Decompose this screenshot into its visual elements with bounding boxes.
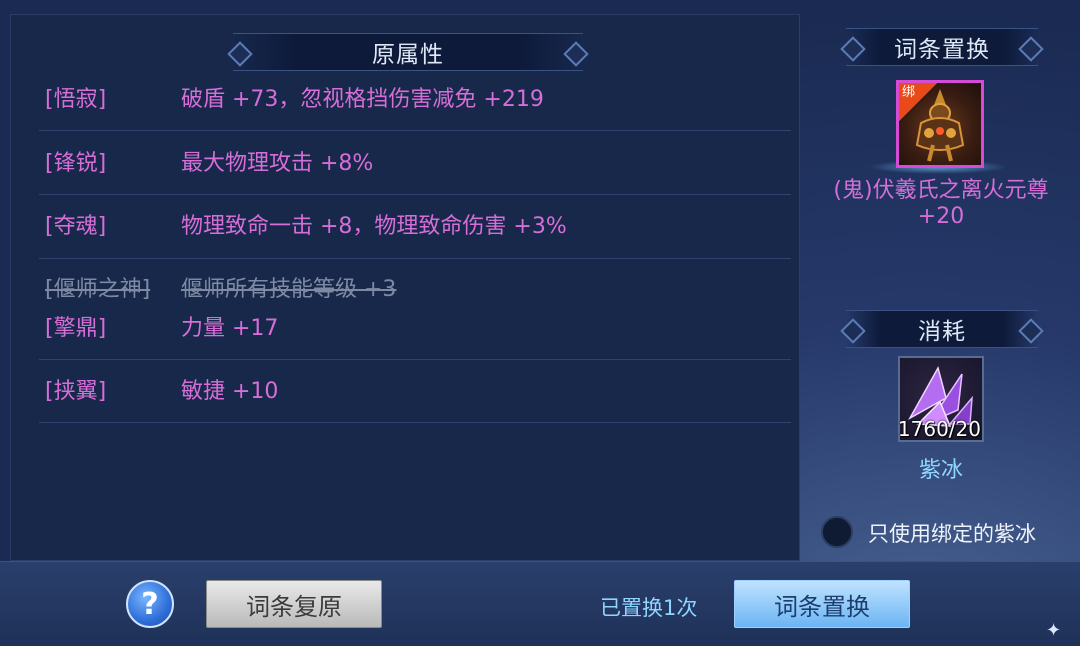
cost-header: 消耗 (840, 310, 1044, 348)
header-ornament-icon (227, 41, 253, 67)
help-button[interactable]: ? (126, 580, 174, 628)
original-attributes-title: 原属性 (372, 42, 444, 68)
attribute-row: [悟寂] 破盾 +73，忽视格挡伤害减免 +219 (45, 65, 781, 129)
header-ornament-icon (563, 41, 589, 67)
replaced-count-label: 已置换1次 (600, 596, 698, 620)
restore-attributes-button[interactable]: 词条复原 (206, 580, 382, 628)
attribute-desc: 敏捷 +10 (181, 379, 279, 404)
attribute-tag: [夺魂] (45, 214, 107, 239)
cost-item-name: 紫冰 (918, 458, 963, 483)
attribute-desc: 破盾 +73，忽视格挡伤害减免 +219 (181, 87, 544, 112)
cost-item-count: 1760/20 (897, 417, 981, 441)
attribute-tag: [擎鼎] (45, 316, 107, 341)
bound-only-label: 只使用绑定的紫冰 (868, 522, 1036, 546)
attribute-row: [擎鼎] 力量 +17 (45, 294, 781, 358)
attribute-desc: 力量 +17 (181, 316, 279, 341)
original-attributes-panel: 原属性 [悟寂] 破盾 +73，忽视格挡伤害减免 +219 [锋锐] 最大物理攻… (10, 14, 800, 561)
attribute-desc: 物理致命一击 +8，物理致命伤害 +3% (181, 214, 567, 239)
attribute-tag: [悟寂] (45, 87, 107, 112)
attribute-tag: [锋锐] (45, 151, 107, 176)
attribute-tag: [挟翼] (45, 379, 107, 404)
cost-item-slot[interactable]: 1760/20 (898, 356, 984, 442)
replace-title: 词条置换 (894, 37, 990, 63)
replace-attributes-button[interactable]: 词条置换 (734, 580, 910, 628)
bound-only-checkbox[interactable] (821, 516, 853, 548)
attribute-row: [挟翼] 敏捷 +10 (45, 357, 781, 421)
replace-item-name: (鬼)伏羲氏之离火元尊 +20 (833, 178, 1049, 229)
attribute-desc: 最大物理攻击 +8% (181, 151, 374, 176)
question-mark-icon: ? (141, 586, 159, 622)
armored-figure-icon (915, 89, 965, 162)
replace-header: 词条置换 (840, 28, 1044, 66)
cost-title: 消耗 (918, 319, 966, 345)
equipment-item-slot[interactable]: 绑 (896, 80, 984, 168)
attribute-row: [锋锐] 最大物理攻击 +8% (45, 129, 781, 193)
row-divider (39, 422, 791, 423)
sparkle-icon: ✦ (1046, 620, 1062, 641)
attribute-row: [夺魂] 物理致命一击 +8，物理致命伤害 +3% (45, 192, 781, 256)
